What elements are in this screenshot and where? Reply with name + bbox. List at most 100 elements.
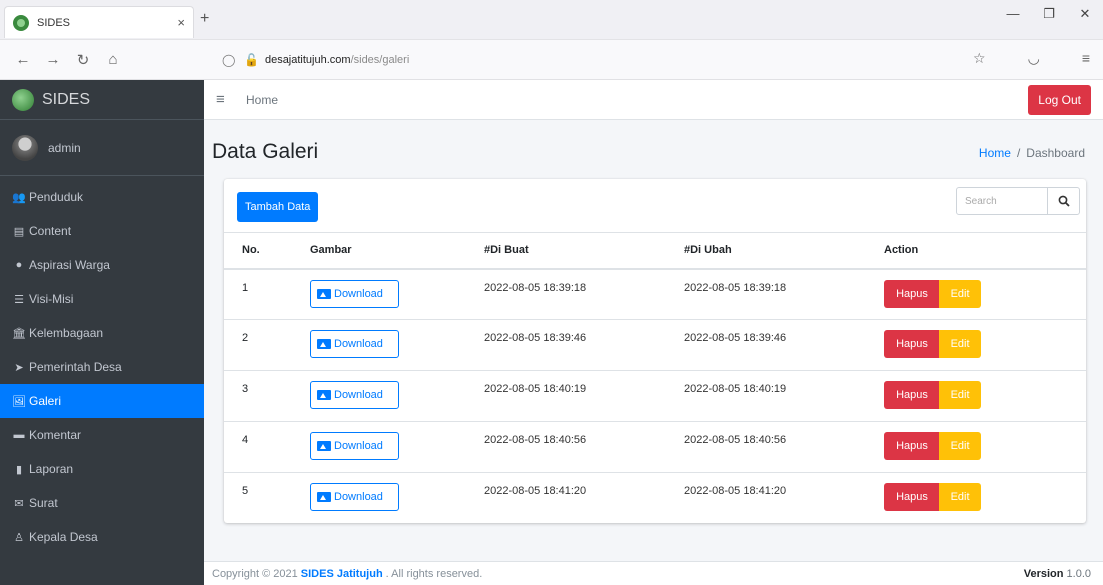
maximize-icon[interactable]: ❐	[1039, 6, 1059, 22]
breadcrumb-home[interactable]: Home	[979, 146, 1011, 160]
edit-button[interactable]: Edit	[939, 381, 982, 409]
close-window-icon[interactable]: ✕	[1075, 6, 1095, 22]
download-button[interactable]: Download	[310, 381, 399, 409]
menu-icon[interactable]: ≡	[1082, 50, 1090, 67]
sidebar-item-surat[interactable]: ✉ Surat	[0, 486, 204, 520]
copyright-prefix: Copyright © 2021	[212, 567, 298, 580]
edit-button[interactable]: Edit	[939, 330, 982, 358]
list-icon: ☰	[14, 293, 24, 306]
sidebar-item-laporan[interactable]: ▮ Laporan	[0, 452, 204, 486]
sidebar-item-label: Penduduk	[29, 190, 84, 204]
image-cell: Download	[310, 421, 484, 473]
image-cell: Download	[310, 268, 484, 320]
sidebar-item-label: Kepala Desa	[29, 530, 98, 544]
delete-button[interactable]: Hapus	[884, 381, 940, 409]
url-path: /sides/galeri	[350, 54, 410, 66]
updated-at: 2022-08-05 18:39:18	[684, 268, 884, 320]
created-at: 2022-08-05 18:41:20	[484, 472, 684, 524]
column-header-gambar: Gambar	[310, 232, 484, 270]
footer-brand-link[interactable]: SIDES Jatitujuh	[301, 568, 383, 580]
action-cell: Hapus Edit	[884, 472, 1086, 524]
search-input[interactable]	[957, 188, 1047, 214]
delete-button[interactable]: Hapus	[884, 279, 940, 308]
sidebar-item-visi-misi[interactable]: ☰ Visi-Misi	[0, 282, 204, 316]
users-icon: 👥	[12, 191, 26, 204]
reload-icon[interactable]: ↻	[68, 51, 98, 69]
sidebar-item-pemerintah-desa[interactable]: ➤ Pemerintah Desa	[0, 350, 204, 384]
table-row: 1 Download 2022-08-05 18:39:18 2022-08-05 1…	[224, 268, 1086, 320]
edit-button[interactable]: Edit	[939, 483, 982, 511]
sidebar-brand[interactable]: SIDES	[0, 80, 204, 120]
download-button[interactable]: Download	[310, 483, 399, 511]
updated-at: 2022-08-05 18:40:19	[684, 370, 884, 422]
download-label: Download	[334, 491, 383, 503]
tab-title: SIDES	[37, 16, 71, 29]
sidebar-item-komentar[interactable]: ▬ Komentar	[0, 418, 204, 452]
images-icon: 🖼	[12, 395, 26, 408]
image-icon	[317, 288, 331, 299]
pocket-icon[interactable]: ◡	[1028, 50, 1040, 67]
edit-button[interactable]: Edit	[939, 432, 982, 460]
bookmark-star-icon[interactable]: ☆	[973, 50, 986, 67]
download-label: Download	[334, 338, 383, 350]
sidebar-item-content[interactable]: ▤ Content	[0, 214, 204, 248]
download-label: Download	[334, 287, 383, 300]
address-bar[interactable]: ◯ 🔓 desajatitujuh.com/sides/galeri ☆ ◡ ≡	[222, 46, 1090, 74]
tracking-shield-icon[interactable]: ◯	[222, 53, 238, 67]
image-cell: Download	[310, 319, 484, 371]
sidebar-item-label: Aspirasi Warga	[29, 258, 110, 272]
table-body: 1 Download 2022-08-05 18:39:18 2022-08-05 1…	[224, 268, 1086, 524]
edit-button[interactable]: Edit	[939, 279, 982, 308]
minimize-icon[interactable]: —	[1003, 6, 1023, 22]
user-icon: ♙	[14, 531, 24, 544]
download-button[interactable]: Download	[310, 279, 399, 308]
image-icon	[317, 390, 331, 400]
logout-button[interactable]: Log Out	[1028, 85, 1091, 115]
delete-button[interactable]: Hapus	[884, 432, 940, 460]
browser-navigation-bar: ← → ↻ ⌂ ◯ 🔓 desajatitujuh.com/sides/gale…	[0, 40, 1103, 80]
sidebar-item-kepala-desa[interactable]: ♙ Kepala Desa	[0, 520, 204, 554]
delete-button[interactable]: Hapus	[884, 483, 940, 511]
download-button[interactable]: Download	[310, 432, 399, 460]
action-cell: Hapus Edit	[884, 370, 1086, 422]
home-icon[interactable]: ⌂	[98, 51, 128, 68]
breadcrumb-separator: /	[1016, 146, 1021, 160]
new-tab-button[interactable]: +	[200, 10, 209, 28]
version-info: Version 1.0.0	[1024, 568, 1091, 580]
user-panel[interactable]: admin	[0, 120, 204, 176]
sidebar-item-galeri[interactable]: 🖼 Galeri	[0, 384, 204, 418]
search-icon[interactable]	[1047, 188, 1079, 214]
browser-tab[interactable]: SIDES ×	[4, 6, 194, 38]
brand-text: SIDES	[42, 90, 91, 108]
envelope-icon: ✉	[14, 497, 24, 510]
version-number: 1.0.0	[1066, 567, 1091, 580]
row-number: 2	[224, 319, 310, 371]
row-number: 4	[224, 421, 310, 473]
sidebar-item-label: Komentar	[29, 428, 82, 442]
tab-close-icon[interactable]: ×	[177, 15, 185, 30]
add-data-button[interactable]: Tambah Data	[237, 192, 319, 222]
action-cell: Hapus Edit	[884, 319, 1086, 371]
sidebar-item-kelembagaan[interactable]: 🏛 Kelembagaan	[0, 316, 204, 350]
back-arrow-icon[interactable]: ←	[8, 51, 38, 68]
hamburger-menu-icon[interactable]: ≡	[216, 91, 232, 108]
gallery-card: Tambah Data No. Gambar #Di Buat #Di Ubah…	[224, 179, 1086, 524]
delete-button[interactable]: Hapus	[884, 330, 940, 358]
newspaper-icon: ▤	[13, 225, 25, 238]
institution-icon: 🏛	[12, 327, 26, 340]
page-title: Data Galeri	[212, 140, 319, 163]
top-home-link[interactable]: Home	[246, 93, 278, 107]
search-box	[956, 187, 1080, 215]
created-at: 2022-08-05 18:40:19	[484, 370, 684, 422]
sidebar-item-label: Galeri	[29, 394, 62, 408]
top-navbar: ≡ Home Log Out	[204, 80, 1103, 120]
row-number: 1	[224, 268, 310, 320]
sidebar-item-penduduk[interactable]: 👥 Penduduk	[0, 180, 204, 214]
insecure-lock-icon[interactable]: 🔓	[244, 53, 259, 67]
table-row: 5 Download 2022-08-05 18:41:20 2022-08-05 1…	[224, 472, 1086, 524]
download-button[interactable]: Download	[310, 330, 399, 358]
sidebar-item-aspirasi-warga[interactable]: ● Aspirasi Warga	[0, 248, 204, 282]
paper-plane-icon: ➤	[14, 361, 24, 374]
url-host: desajatitujuh.com	[264, 54, 351, 66]
forward-arrow-icon[interactable]: →	[38, 51, 68, 68]
